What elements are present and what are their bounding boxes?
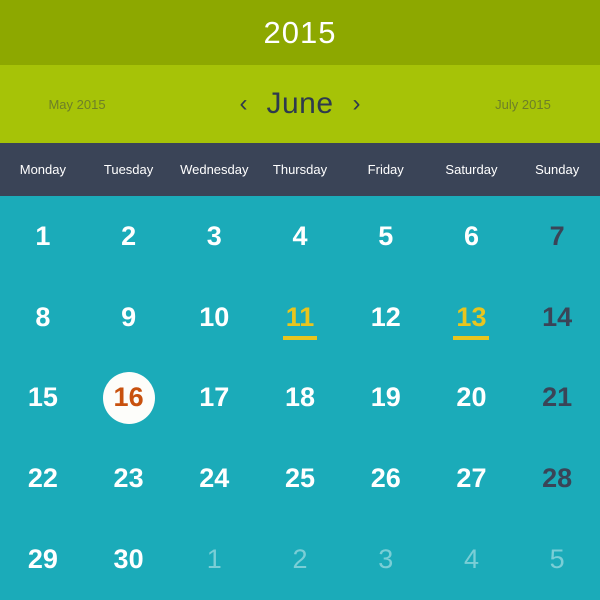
- date-number: 8: [35, 301, 51, 332]
- weekday-label-sunday: Sunday: [535, 162, 580, 177]
- date-number: 14: [542, 301, 573, 332]
- date-number: 29: [27, 544, 58, 575]
- week-row: 8 9 10 11 12 13 14: [0, 277, 600, 358]
- date-cell-normal-10[interactable]: 10: [171, 277, 257, 358]
- date-cell-normal-30[interactable]: 30: [86, 519, 172, 600]
- date-cell-muted-3[interactable]: 3: [343, 519, 429, 600]
- date-cell-normal-3[interactable]: 3: [171, 196, 257, 277]
- date-cell-normal-25[interactable]: 25: [257, 438, 343, 519]
- date-cell-normal-17[interactable]: 17: [171, 358, 257, 439]
- date-number: 3: [206, 220, 222, 251]
- date-number: 2: [121, 220, 137, 251]
- date-cell-normal-20[interactable]: 20: [429, 358, 515, 439]
- date-number: 4: [463, 544, 479, 575]
- date-number: 2: [292, 544, 308, 575]
- date-number: 23: [113, 463, 144, 494]
- week-row: 1 2 3 4 5 6 7: [0, 196, 600, 277]
- date-cell-muted-1[interactable]: 1: [171, 519, 257, 600]
- date-cell-normal-22[interactable]: 22: [0, 438, 86, 519]
- date-cell-normal-26[interactable]: 26: [343, 438, 429, 519]
- date-number: 15: [27, 382, 58, 413]
- date-number: 5: [549, 544, 565, 575]
- date-cell-normal-5[interactable]: 5: [343, 196, 429, 277]
- date-cell-sunday-21[interactable]: 21: [514, 358, 600, 439]
- date-cell-normal-9[interactable]: 9: [86, 277, 172, 358]
- date-cell-normal-23[interactable]: 23: [86, 438, 172, 519]
- date-cell-muted-4[interactable]: 4: [429, 519, 515, 600]
- week-row: 22 23 24 25 26 27 28: [0, 438, 600, 519]
- date-number: 3: [378, 544, 394, 575]
- date-number: 12: [370, 301, 401, 332]
- chevron-right-icon[interactable]: ›: [351, 92, 363, 116]
- date-number: 19: [370, 382, 401, 413]
- date-number: 21: [542, 382, 573, 413]
- chevron-left-icon[interactable]: ‹: [237, 92, 249, 116]
- date-cell-normal-12[interactable]: 12: [343, 277, 429, 358]
- current-month-label: June: [266, 87, 334, 120]
- date-cell-normal-29[interactable]: 29: [0, 519, 86, 600]
- date-cell-event-11[interactable]: 11: [257, 277, 343, 358]
- date-cell-today-16[interactable]: 16: [86, 358, 172, 439]
- date-number: 22: [27, 463, 58, 494]
- date-cell-normal-19[interactable]: 19: [343, 358, 429, 439]
- year-label: 2015: [263, 15, 337, 50]
- date-number: 5: [378, 220, 394, 251]
- date-cell-event-13[interactable]: 13: [429, 277, 515, 358]
- weekday-label-wednesday: Wednesday: [180, 162, 249, 177]
- date-number: 18: [284, 382, 316, 413]
- date-number: 17: [199, 382, 230, 413]
- weekday-label-tuesday: Tuesday: [103, 162, 154, 177]
- date-grid: 1 2 3 4 5 6 7 8 9 10 11 12 13 14 15 16 17 18 19 20 21 22 23 24 2…: [0, 196, 600, 600]
- date-cell-normal-15[interactable]: 15: [0, 358, 86, 439]
- date-cell-normal-24[interactable]: 24: [171, 438, 257, 519]
- date-number: 4: [292, 220, 308, 251]
- date-number: 7: [549, 220, 565, 251]
- date-number: 16: [113, 382, 144, 413]
- weekday-label-saturday: Saturday: [445, 162, 498, 177]
- year-band: 2015: [0, 0, 600, 65]
- date-number: 26: [370, 463, 401, 494]
- date-cell-normal-27[interactable]: 27: [429, 438, 515, 519]
- date-number: 6: [463, 220, 479, 251]
- next-month-label[interactable]: July 2015: [448, 97, 598, 112]
- date-cell-muted-5[interactable]: 5: [514, 519, 600, 600]
- date-number: 9: [121, 301, 137, 332]
- date-cell-sunday-14[interactable]: 14: [514, 277, 600, 358]
- prev-month-label[interactable]: May 2015: [2, 97, 152, 112]
- month-navigation-bar: May 2015 July 2015 ‹ June ›: [0, 65, 600, 143]
- calendar-widget: 2015 May 2015 July 2015 ‹ June › Monday T…: [0, 0, 600, 600]
- date-number: 1: [206, 544, 222, 575]
- date-number: 27: [456, 463, 487, 494]
- date-number: 25: [284, 463, 316, 494]
- date-cell-muted-2[interactable]: 2: [257, 519, 343, 600]
- date-number: 13: [453, 301, 490, 340]
- date-cell-normal-18[interactable]: 18: [257, 358, 343, 439]
- date-cell-normal-6[interactable]: 6: [429, 196, 515, 277]
- date-number: 20: [456, 382, 487, 413]
- weekday-label-thursday: Thursday: [272, 162, 328, 177]
- date-cell-sunday-7[interactable]: 7: [514, 196, 600, 277]
- date-number: 24: [199, 463, 230, 494]
- date-number: 11: [282, 301, 317, 340]
- week-row: 29 30 1 2 3 4 5: [0, 519, 600, 600]
- date-cell-normal-2[interactable]: 2: [86, 196, 172, 277]
- date-cell-normal-1[interactable]: 1: [0, 196, 86, 277]
- weekday-header: Monday Tuesday Wednesday Thursday Friday Satu…: [0, 143, 600, 196]
- date-cell-normal-8[interactable]: 8: [0, 277, 86, 358]
- weekday-label-friday: Friday: [367, 162, 404, 177]
- date-number: 28: [542, 463, 573, 494]
- date-number: 1: [35, 220, 51, 251]
- date-number: 10: [199, 301, 230, 332]
- week-row: 15 16 17 18 19 20 21: [0, 358, 600, 439]
- date-number: 30: [113, 544, 144, 575]
- date-cell-normal-4[interactable]: 4: [257, 196, 343, 277]
- weekday-label-monday: Monday: [19, 162, 66, 177]
- date-cell-sunday-28[interactable]: 28: [514, 438, 600, 519]
